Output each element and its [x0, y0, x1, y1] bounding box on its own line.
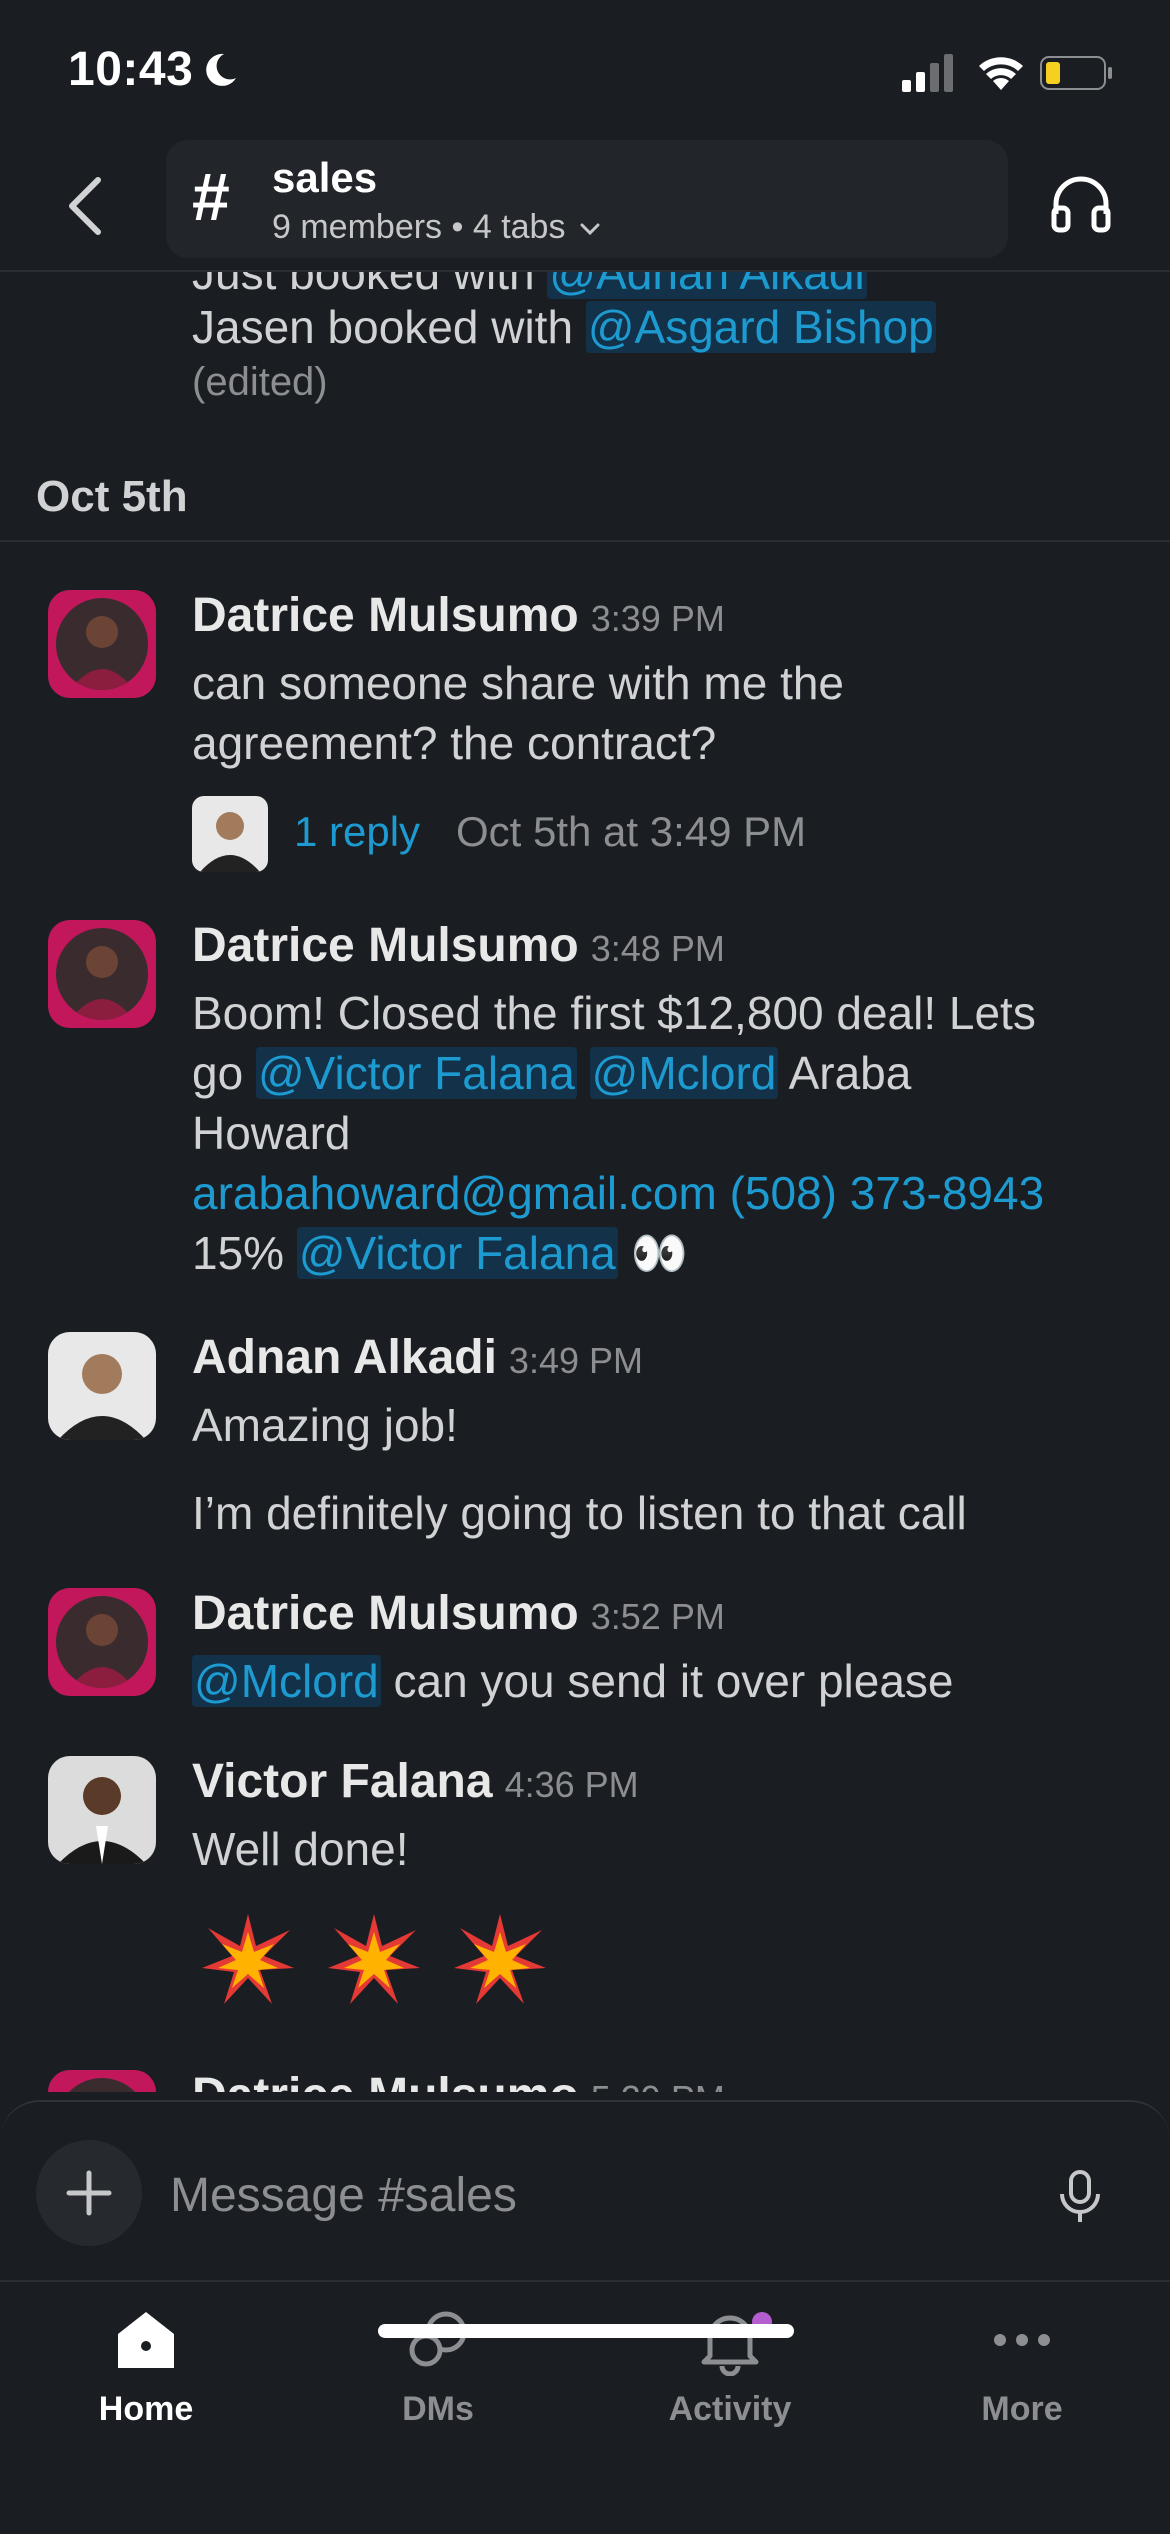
author-name[interactable]: Datrice Mulsumo — [192, 589, 579, 642]
add-attachment-button[interactable] — [36, 2140, 142, 2246]
date-divider-label: Oct 5th — [36, 472, 188, 521]
status-time: 10:43 — [68, 43, 194, 96]
chevron-down-icon — [580, 223, 600, 236]
user-mention[interactable]: @Asgard Bishop — [585, 301, 936, 353]
status-bar: 10:43 — [0, 0, 1170, 140]
tab-home[interactable]: Home — [46, 2304, 246, 2474]
user-mention[interactable]: @Mclord — [589, 1047, 779, 1099]
tab-label: DMs — [402, 2390, 474, 2428]
avatar[interactable] — [48, 1332, 156, 1440]
last-reply-time: Oct 5th at 3:49 PM — [456, 808, 807, 855]
message-time: 3:52 PM — [590, 1596, 725, 1637]
collision-emoji-icon — [454, 1914, 546, 2004]
phone-link[interactable]: (508) 373-8943 — [730, 1167, 1045, 1219]
message-header: Adnan Alkadi 3:49 PM — [192, 1330, 643, 1385]
author-name[interactable]: Adnan Alkadi — [192, 1331, 497, 1384]
avatar[interactable] — [48, 2070, 156, 2092]
message-time: 5:29 PM — [591, 2078, 725, 2092]
author-name[interactable]: Victor Falana — [192, 1755, 493, 1808]
author-name[interactable]: Datrice Mulsumo — [192, 919, 579, 972]
back-chevron-icon[interactable] — [58, 166, 118, 246]
message-time: 4:36 PM — [504, 1764, 639, 1805]
home-icon — [118, 2312, 174, 2368]
message-header: Victor Falana 4:36 PM — [192, 1754, 639, 1809]
wifi-icon — [979, 57, 1023, 90]
message-composer — [0, 2100, 1170, 2282]
author-name[interactable]: Datrice Mulsumo — [192, 2069, 579, 2092]
edited-label: (edited) — [192, 360, 328, 404]
cellular-signal-icon — [902, 54, 953, 92]
reply-count-link[interactable]: 1 reply — [294, 808, 420, 856]
tab-more[interactable]: More — [922, 2304, 1122, 2474]
home-indicator — [378, 2324, 794, 2338]
avatar[interactable] — [48, 1756, 156, 1864]
avatar[interactable] — [48, 920, 156, 1028]
huddle-headphones-icon[interactable] — [1048, 170, 1114, 236]
tab-label: More — [981, 2390, 1063, 2428]
message-text: Boom! Closed the first $12,800 deal! Let… — [192, 987, 1036, 1039]
message-text: Howard — [192, 1107, 351, 1159]
user-mention[interactable]: @Mclord — [192, 1655, 381, 1707]
tab-label: Home — [98, 2390, 194, 2428]
message-time: 3:49 PM — [508, 1340, 643, 1381]
avatar — [192, 796, 268, 872]
message-text: I’m definitely going to listen to that c… — [192, 1487, 967, 1539]
bottom-tab-bar: Home DMs Activity More — [0, 2280, 1170, 2534]
message-text: agreement? the contract? — [192, 717, 717, 769]
message-header: Datrice Mulsumo 5:29 PM — [192, 2068, 725, 2092]
message-header: Datrice Mulsumo 3:39 PM — [192, 588, 725, 643]
message-text: 15% @Victor Falana 👀 — [192, 1227, 688, 1279]
partial-message-line: Jasen booked with @Asgard Bishop — [192, 301, 936, 353]
message-header: Datrice Mulsumo 3:52 PM — [192, 1586, 725, 1641]
message-text: Well done! — [192, 1823, 409, 1875]
message-header: Datrice Mulsumo 3:48 PM — [192, 918, 725, 973]
channel-header: # sales 9 members • 4 tabs — [0, 140, 1170, 272]
tab-label: Activity — [668, 2390, 792, 2428]
hash-icon: # — [192, 159, 230, 235]
message-text: @Mclord can you send it over please — [192, 1655, 954, 1707]
message-time: 3:48 PM — [590, 928, 725, 969]
user-mention[interactable]: @Victor Falana — [296, 1227, 618, 1279]
date-divider — [0, 540, 1170, 542]
message-feed[interactable]: Just booked with @Adnan Alkadi Jasen boo… — [0, 232, 1170, 2092]
collision-emoji-icon — [202, 1914, 294, 2004]
avatar[interactable] — [48, 590, 156, 698]
battery-icon — [1040, 56, 1112, 90]
message-text: Amazing job! — [192, 1399, 458, 1451]
author-name[interactable]: Datrice Mulsumo — [192, 1587, 579, 1640]
dms-icon — [409, 2311, 467, 2367]
message-time: 3:39 PM — [590, 598, 725, 639]
collision-emoji-icon — [328, 1914, 420, 2004]
avatar[interactable] — [48, 1588, 156, 1696]
channel-info-button[interactable]: # sales 9 members • 4 tabs — [166, 140, 1008, 258]
message-text: arabahoward@gmail.com (508) 373-8943 — [192, 1166, 1044, 1220]
message-text: can someone share with me the — [192, 657, 845, 709]
moon-icon — [206, 53, 236, 86]
channel-name: sales — [272, 154, 378, 201]
plus-icon — [66, 2170, 112, 2216]
more-icon — [994, 2334, 1050, 2346]
microphone-icon[interactable] — [1052, 2168, 1108, 2224]
message-text: go @Victor Falana @Mclord Araba — [192, 1047, 912, 1099]
email-link[interactable]: arabahoward@gmail.com — [192, 1167, 717, 1219]
channel-meta: 9 members • 4 tabs — [272, 208, 601, 247]
message-input[interactable] — [168, 2154, 1032, 2236]
user-mention[interactable]: @Victor Falana — [255, 1047, 577, 1099]
